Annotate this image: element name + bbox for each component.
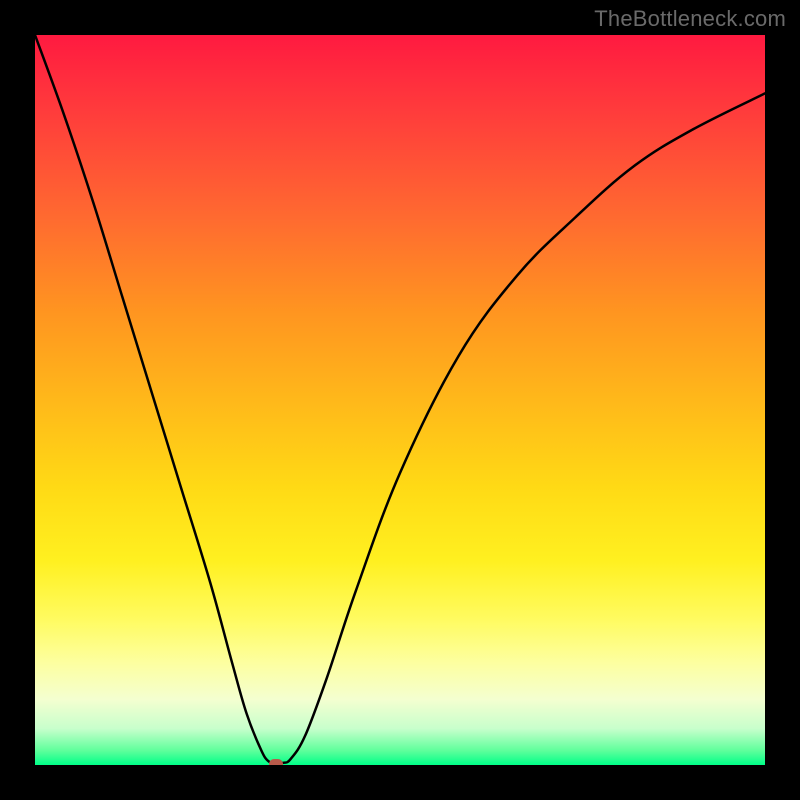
plot-area [35, 35, 765, 765]
bottleneck-curve [35, 35, 765, 765]
watermark-text: TheBottleneck.com [594, 6, 786, 32]
chart-frame: TheBottleneck.com [0, 0, 800, 800]
min-point-marker [269, 759, 283, 765]
